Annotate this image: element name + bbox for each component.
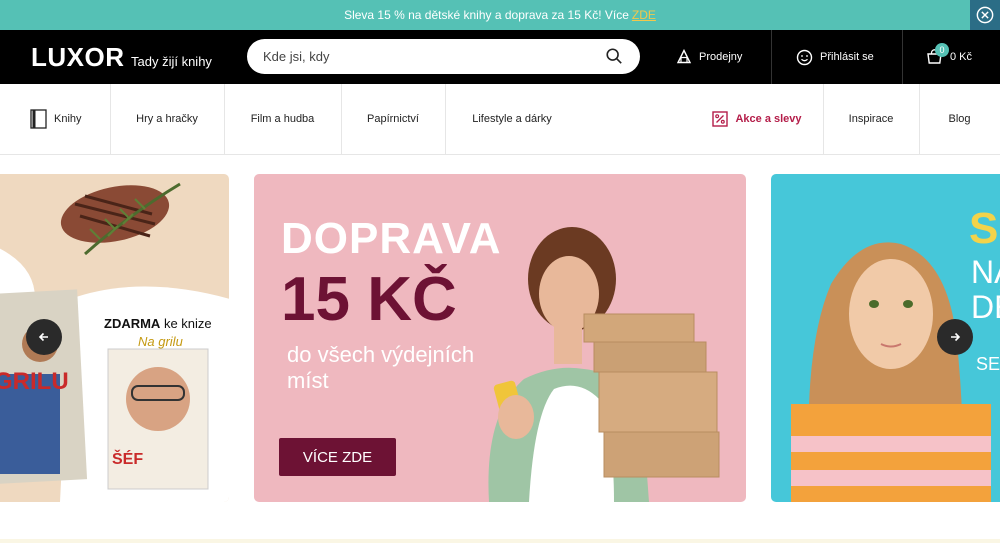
cart-link[interactable]: 0 Kč [926,30,972,84]
nav-item-lifestyle-a-darky[interactable]: Lifestyle a dárky [445,84,579,154]
login-link[interactable]: Přihlásit se [796,30,874,84]
promo-link[interactable]: ZDE [632,8,656,22]
book-title-grilu: GRILU [0,368,69,395]
nav-item-hry-a-hracky[interactable]: Hry a hračky [110,84,224,154]
vice-zde-button[interactable]: VÍCE ZDE [279,438,396,476]
category-nav: Knihy Hry a hračky Film a hudba Papírnic… [0,84,1000,155]
slide-letter: NA [971,254,1000,290]
promo-close-button[interactable] [970,0,1000,30]
cart-total: 0 Kč [950,51,973,63]
promo-bar: Sleva 15 % na dětské knihy a doprava za … [0,0,1000,30]
slide-doprava[interactable]: DOPRAVA 15 KČ do všech výdejních míst VÍ… [254,174,746,502]
nav-item-knihy[interactable]: Knihy [30,84,90,154]
nav-label: Inspirace [848,113,894,125]
book-icon [30,109,47,129]
cart-count-badge: 0 [935,43,949,57]
site-tagline: Tady žijí knihy [131,54,212,69]
stores-label: Prodejny [699,51,743,63]
nav-item-inspirace[interactable]: Inspirace [823,84,919,154]
nav-item-blog[interactable]: Blog [919,84,1000,154]
nav-label: Knihy [54,113,82,125]
site-header: LUXOR Tady žijí knihy Prodejny Přihlásit… [0,30,1000,84]
slide-letter: S [969,204,999,253]
nav-item-akce-a-slevy[interactable]: Akce a slevy [690,84,824,154]
slide-letter: DĚ [971,289,1000,325]
percent-icon [712,111,729,127]
arrow-right-icon [951,332,961,342]
book-title-sef: ŠÉF [112,449,143,468]
close-circle-icon [976,6,994,24]
nav-item-papirnictvi[interactable]: Papírnictví [341,84,445,154]
header-divider [902,30,903,84]
slide-subtitle: do všech výdejních míst [287,342,475,393]
site-logo[interactable]: LUXOR [31,42,125,73]
search-icon[interactable] [605,47,623,65]
search-box [247,39,640,74]
nav-label: Lifestyle a dárky [472,113,552,125]
slide-headline: DOPRAVA [281,214,502,263]
header-divider [771,30,772,84]
section-divider [0,539,1000,543]
promo-book-title: Na grilu [138,334,183,349]
nav-label: Hry a hračky [136,113,198,125]
nav-label: Blog [948,113,971,125]
hero-carousel: GRILU ŠÉF ZDARMA ke knize Na grilu DOPRA… [0,174,1000,502]
stores-link[interactable]: Prodejny [676,30,742,84]
smiley-icon [796,49,813,65]
nav-label: Film a hudba [250,113,315,125]
promo-zdarma: ZDARMA ke knize [104,316,212,331]
nav-label: Papírnictví [367,113,419,125]
nav-label: Akce a slevy [735,113,802,125]
nav-item-film-a-hudba[interactable]: Film a hudba [224,84,341,154]
login-label: Přihlásit se [820,51,874,63]
promo-text: Sleva 15 % na dětské knihy a doprava za … [344,8,629,22]
slide-price: 15 KČ [281,265,457,334]
store-icon [676,49,692,64]
slide-letter: SE [976,354,1000,374]
carousel-prev-button[interactable] [26,319,62,355]
carousel-next-button[interactable] [937,319,973,355]
search-input[interactable] [263,39,593,74]
arrow-left-icon [38,332,48,342]
